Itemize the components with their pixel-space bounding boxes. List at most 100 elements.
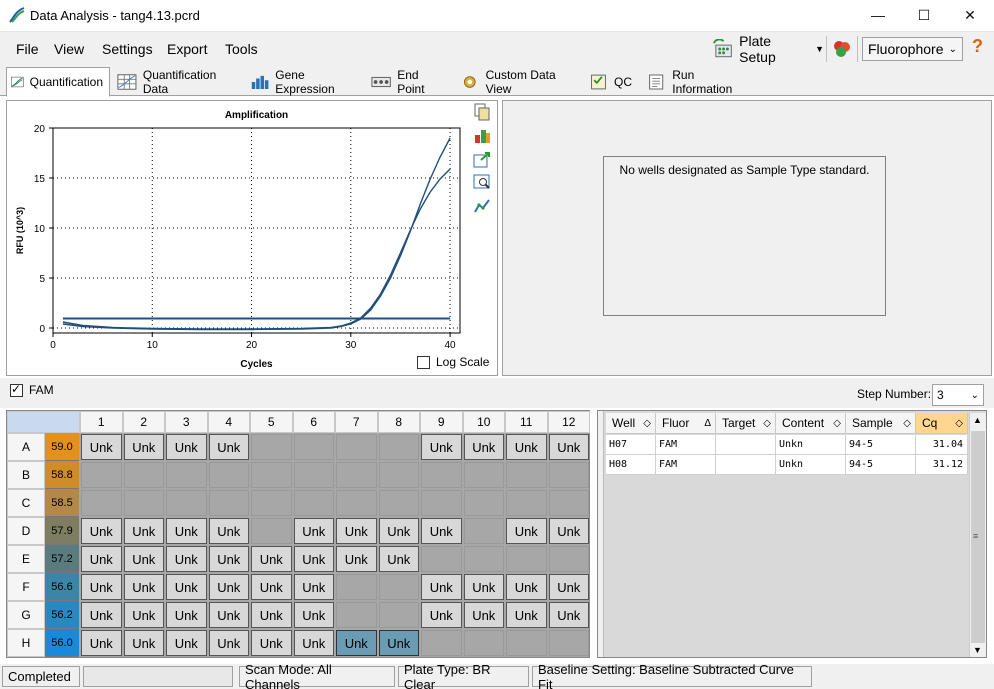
sort-icon[interactable]: Δ <box>704 418 711 429</box>
column-header-content[interactable]: Content ◇ <box>776 413 846 434</box>
plate-well[interactable]: Unk <box>208 630 249 656</box>
plate-well[interactable]: Unk <box>463 434 504 460</box>
plate-well[interactable] <box>251 462 292 488</box>
menu-settings[interactable]: Settings <box>102 41 153 57</box>
plate-well[interactable]: Unk <box>81 518 122 544</box>
plate-well[interactable]: Unk <box>208 574 249 600</box>
plate-well[interactable] <box>421 630 462 656</box>
sort-icon[interactable]: ◇ <box>833 418 841 429</box>
plate-well[interactable]: Unk <box>123 630 164 656</box>
menu-export[interactable]: Export <box>167 41 207 57</box>
copy-icon[interactable] <box>473 103 491 121</box>
table-cell[interactable]: FAM <box>656 455 716 475</box>
table-cell[interactable]: 31.04 <box>916 435 968 455</box>
column-header[interactable]: 12 <box>547 411 590 433</box>
column-header[interactable]: 6 <box>292 411 335 433</box>
plate-well[interactable] <box>251 434 292 460</box>
plate-well[interactable]: Unk <box>123 546 164 572</box>
plate-well[interactable] <box>378 490 419 516</box>
plate-well[interactable] <box>421 462 462 488</box>
plate-well[interactable] <box>421 546 462 572</box>
plate-well[interactable] <box>463 546 504 572</box>
row-header[interactable]: D <box>7 517 45 545</box>
plate-well[interactable]: Unk <box>378 630 419 656</box>
plate-well[interactable]: Unk <box>166 546 207 572</box>
table-cell[interactable] <box>716 455 776 475</box>
plate-well[interactable]: Unk <box>166 574 207 600</box>
plate-well[interactable] <box>81 490 122 516</box>
row-header[interactable]: A <box>7 433 45 461</box>
sort-icon[interactable]: ◇ <box>643 418 651 429</box>
plate-well[interactable] <box>81 462 122 488</box>
plate-well[interactable] <box>463 518 504 544</box>
plate-well[interactable]: Unk <box>81 602 122 628</box>
column-header[interactable]: 11 <box>505 411 548 433</box>
tab-quantification[interactable]: Quantification <box>6 67 110 97</box>
plate-well[interactable]: Unk <box>421 574 462 600</box>
plate-well[interactable]: Unk <box>336 518 377 544</box>
plate-well[interactable]: Unk <box>293 546 334 572</box>
row-header[interactable]: H <box>7 629 45 657</box>
row-header[interactable]: G <box>7 601 45 629</box>
plate-well[interactable]: Unk <box>293 518 334 544</box>
table-cell[interactable]: H08 <box>606 455 656 475</box>
step-number-select[interactable]: 3 ⌄ <box>932 384 984 406</box>
plate-well[interactable] <box>463 630 504 656</box>
row-header[interactable]: F <box>7 573 45 601</box>
table-cell[interactable]: 31.12 <box>916 455 968 475</box>
fam-toggle[interactable]: FAM <box>10 382 54 397</box>
plate-well[interactable]: Unk <box>208 518 249 544</box>
plate-well[interactable] <box>336 434 377 460</box>
plate-well[interactable]: Unk <box>208 602 249 628</box>
column-header-fluor[interactable]: Fluor Δ <box>656 413 716 434</box>
plate-well[interactable]: Unk <box>506 602 547 628</box>
plate-well[interactable]: Unk <box>251 602 292 628</box>
plate-well[interactable] <box>123 490 164 516</box>
plate-well[interactable] <box>251 518 292 544</box>
plate-well[interactable]: Unk <box>463 574 504 600</box>
plate-well[interactable] <box>548 546 589 572</box>
tab-end-point[interactable]: End Point <box>366 68 452 96</box>
plate-well[interactable]: Unk <box>506 434 547 460</box>
plate-well[interactable] <box>548 630 589 656</box>
plate-well[interactable]: Unk <box>208 434 249 460</box>
plate-well[interactable] <box>463 490 504 516</box>
plate-well[interactable] <box>336 462 377 488</box>
column-header-well[interactable]: Well ◇ <box>606 413 656 434</box>
plate-well[interactable] <box>548 490 589 516</box>
plate-well[interactable] <box>251 490 292 516</box>
plate-well[interactable] <box>166 490 207 516</box>
plate-well[interactable] <box>336 574 377 600</box>
plate-well[interactable]: Unk <box>421 434 462 460</box>
scroll-up-icon[interactable]: ▲ <box>973 415 982 425</box>
plate-well[interactable]: Unk <box>81 574 122 600</box>
column-header[interactable]: 5 <box>250 411 293 433</box>
scroll-down-icon[interactable]: ▼ <box>973 645 982 655</box>
plate-well[interactable]: Unk <box>421 602 462 628</box>
plate-well[interactable] <box>548 462 589 488</box>
color-palette-icon[interactable] <box>473 127 491 145</box>
sort-icon[interactable]: ◇ <box>955 418 963 429</box>
tab-run-information[interactable]: Run Information <box>642 68 754 96</box>
column-header[interactable]: 10 <box>462 411 505 433</box>
plate-select-all[interactable] <box>7 411 80 433</box>
table-cell[interactable]: 94-5 <box>846 435 916 455</box>
close-button[interactable]: ✕ <box>947 0 993 30</box>
plate-well[interactable]: Unk <box>123 602 164 628</box>
plate-well[interactable] <box>293 490 334 516</box>
plate-well[interactable] <box>506 630 547 656</box>
plate-well[interactable]: Unk <box>123 434 164 460</box>
maximize-button[interactable]: ☐ <box>901 0 947 30</box>
plate-well[interactable]: Unk <box>336 546 377 572</box>
plate-well[interactable] <box>378 602 419 628</box>
column-header[interactable]: 7 <box>335 411 378 433</box>
menu-view[interactable]: View <box>54 41 84 57</box>
trace-styles-icon[interactable] <box>473 197 491 215</box>
table-cell[interactable]: 94-5 <box>846 455 916 475</box>
plate-well[interactable]: Unk <box>208 546 249 572</box>
plate-well[interactable]: Unk <box>548 574 589 600</box>
plate-well[interactable] <box>378 574 419 600</box>
plate-well[interactable]: Unk <box>548 434 589 460</box>
plate-well[interactable]: Unk <box>166 518 207 544</box>
minimize-button[interactable]: — <box>855 0 901 30</box>
